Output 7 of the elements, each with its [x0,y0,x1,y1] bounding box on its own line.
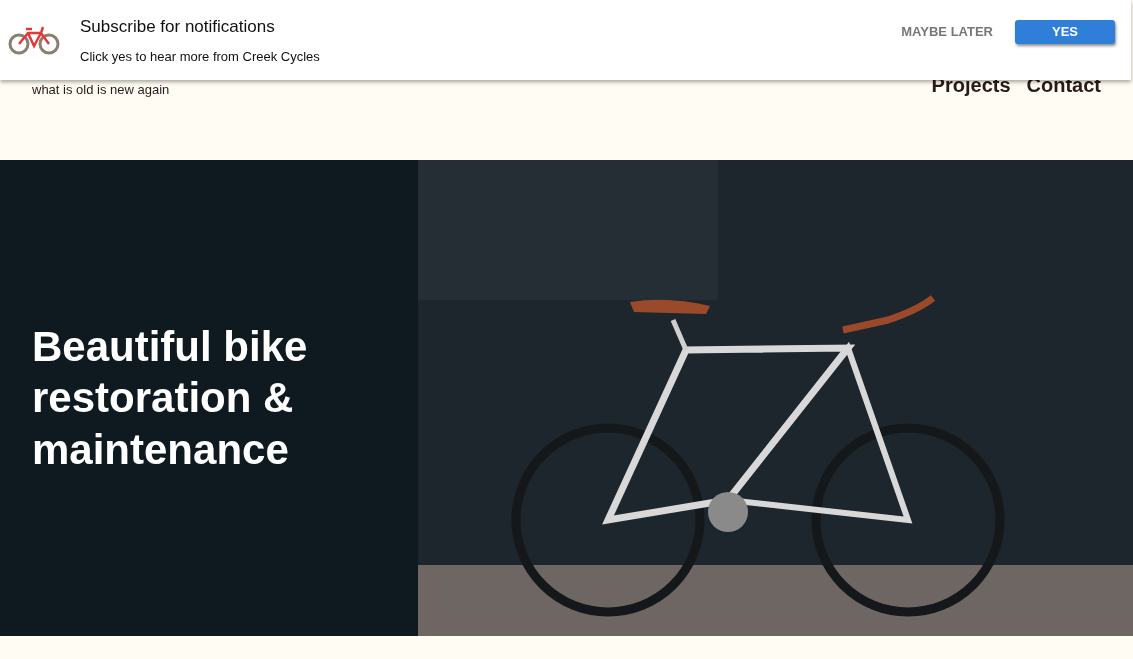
maybe-later-button[interactable]: MAYBE LATER [895,21,999,43]
hero-heading: Beautiful bike restoration & maintenance [32,322,309,475]
tagline-text: what is old is new again [32,82,170,97]
notification-title: Subscribe for notifications [80,15,276,38]
yes-button[interactable]: YES [1015,20,1115,44]
notification-message: Click yes to hear more from Creek Cycles [80,48,321,66]
bicycle-icon [8,25,60,55]
